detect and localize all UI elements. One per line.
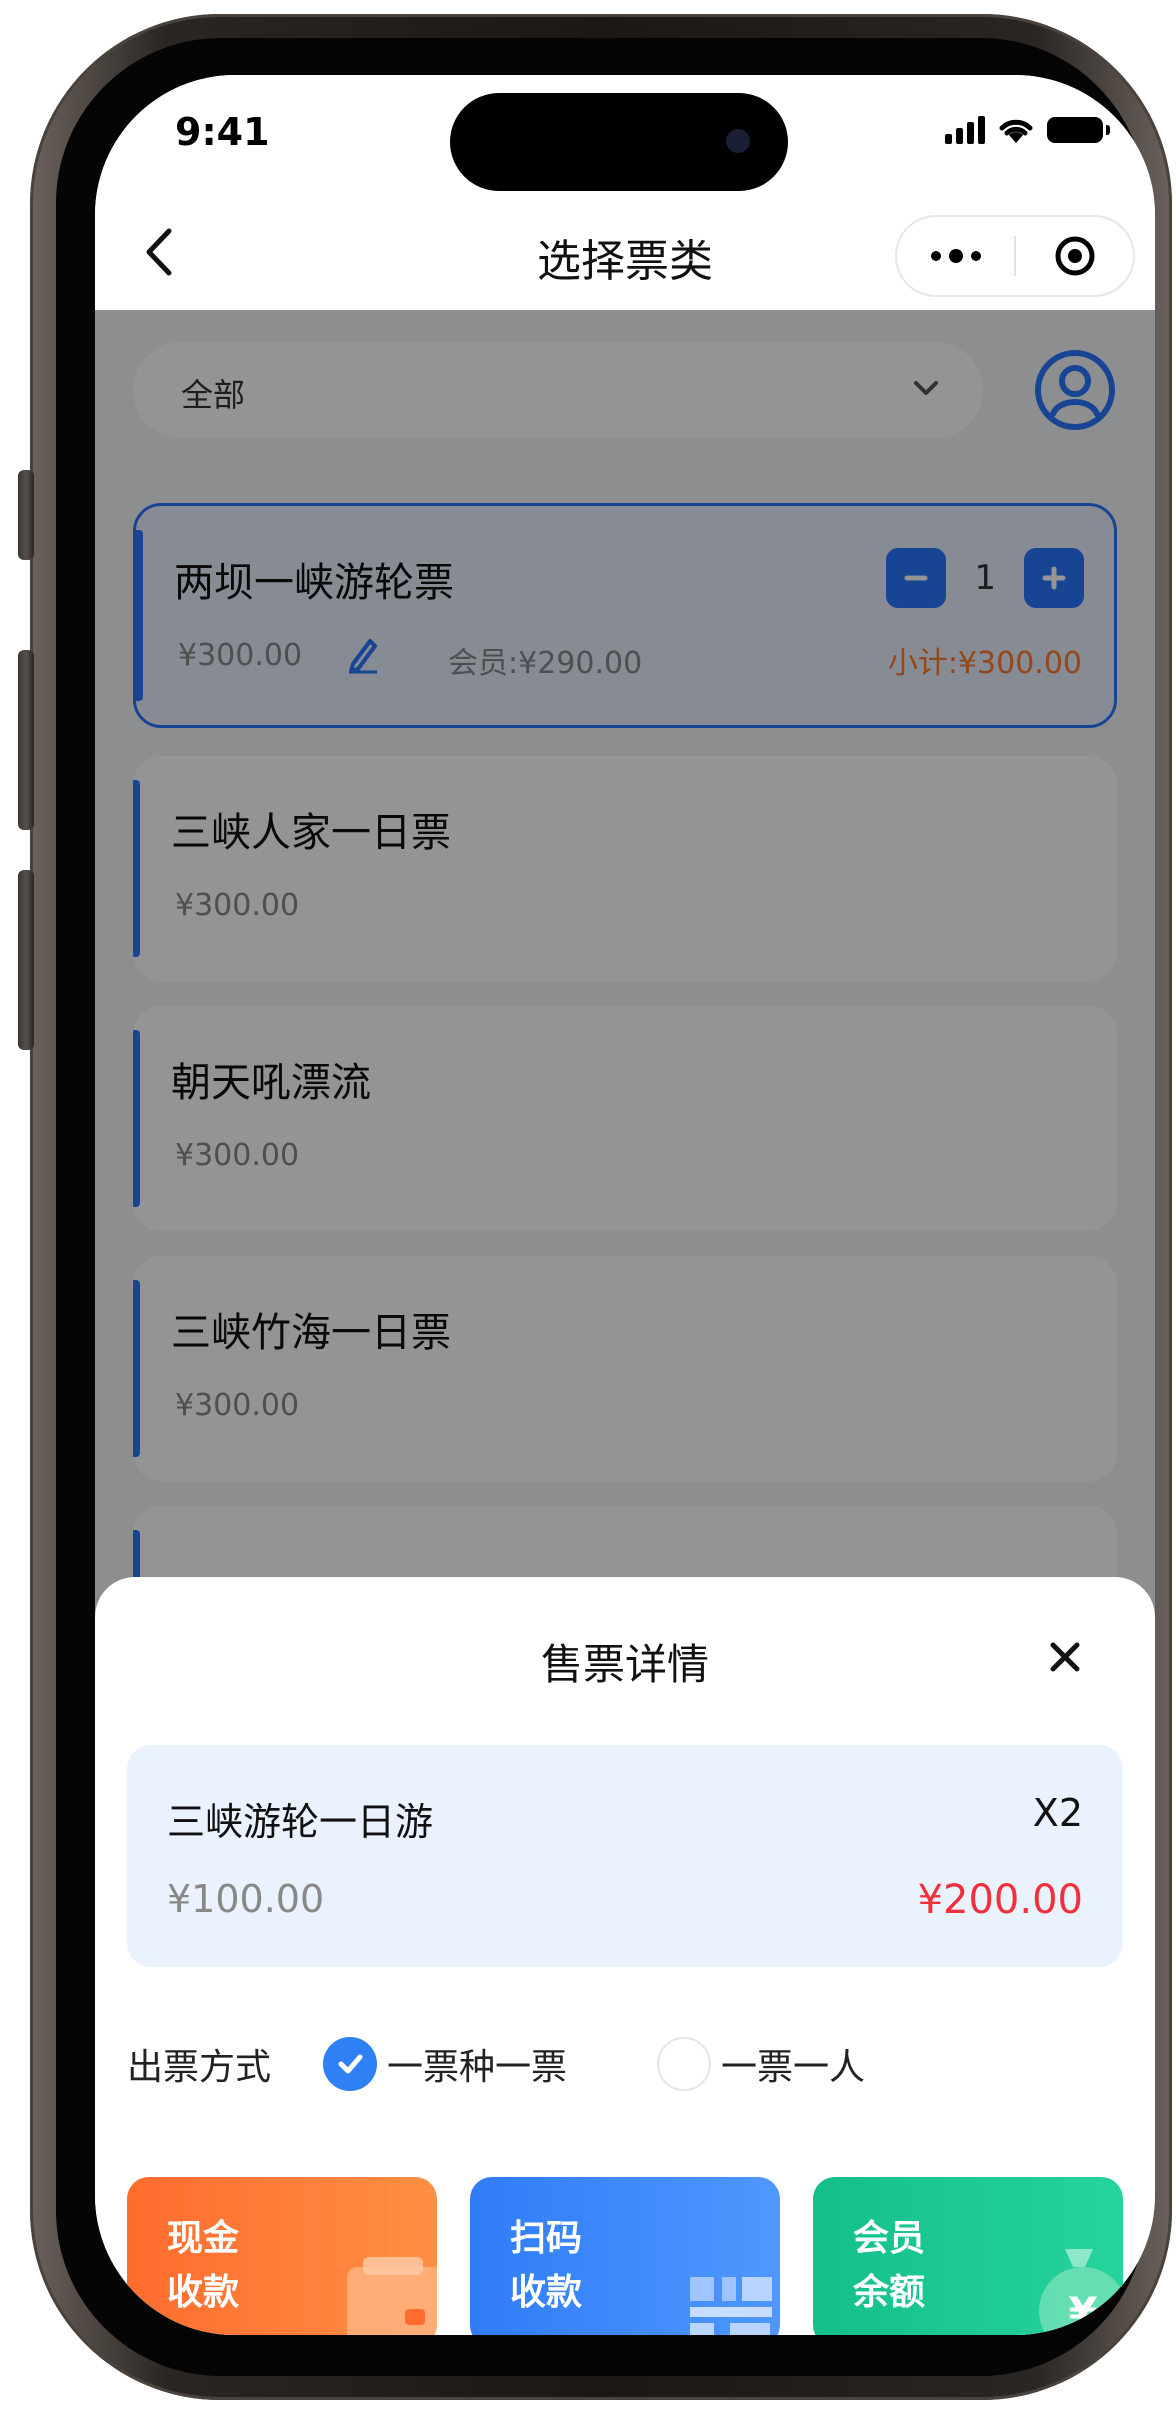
pay-button-label: 余额 [853, 2272, 926, 2313]
sale-detail-sheet: 售票详情 三峡游轮一日游 X2 ¥100.00 ¥200.00 出票方式 一票种… [95, 1577, 1155, 2335]
radio-one-ticket-per-type[interactable] [323, 2037, 378, 2091]
more-menu-icon[interactable] [897, 249, 1014, 263]
sheet-title: 售票详情 [540, 1640, 709, 1689]
wallet-icon [347, 2257, 437, 2335]
phone-screen: 9:41 选择票类 全部 两坝一峡游轮票 ¥300.00 会员:¥290.00 … [95, 75, 1155, 2335]
order-total-price: ¥200.00 [917, 1877, 1083, 1923]
order-quantity: X2 [1032, 1791, 1083, 1835]
order-ticket-name: 三峡游轮一日游 [167, 1800, 434, 1844]
payment-options: 现金 收款 扫码 收款 会员 余额 ¥ [127, 2177, 1123, 2335]
status-bar: 9:41 [95, 75, 1155, 195]
order-unit-price: ¥100.00 [167, 1877, 325, 1921]
volume-up-button [18, 650, 34, 830]
issue-method-row: 出票方式 一票种一票 一票一人 [127, 2037, 955, 2091]
scan-payment-button[interactable]: 扫码 收款 [470, 2177, 780, 2335]
member-balance-button[interactable]: 会员 余额 ¥ [813, 2177, 1123, 2335]
front-camera [726, 129, 750, 153]
radio-one-ticket-per-person[interactable] [657, 2037, 712, 2091]
qr-code-icon [690, 2277, 772, 2335]
money-bag-icon: ¥ [1039, 2249, 1123, 2335]
battery-icon [1047, 117, 1110, 143]
navigation-bar: 选择票类 [95, 195, 1155, 310]
status-time: 9:41 [175, 110, 270, 154]
pay-button-label: 收款 [510, 2272, 583, 2313]
cash-payment-button[interactable]: 现金 收款 [127, 2177, 437, 2335]
wifi-icon [999, 119, 1033, 143]
status-icons [945, 115, 1110, 145]
order-summary-card: 三峡游轮一日游 X2 ¥100.00 ¥200.00 [127, 1745, 1123, 1967]
mini-program-capsule [895, 215, 1135, 297]
exit-mini-program-icon[interactable] [1016, 235, 1133, 277]
pay-button-label: 收款 [167, 2272, 240, 2313]
dynamic-island [450, 93, 788, 191]
checkmark-icon [338, 2054, 363, 2074]
issue-method-label: 出票方式 [127, 2047, 272, 2088]
mute-switch [18, 470, 34, 560]
volume-down-button [18, 870, 34, 1050]
svg-text:¥: ¥ [1068, 2288, 1097, 2335]
pay-button-label: 会员 [853, 2218, 926, 2259]
radio-label[interactable]: 一票种一票 [387, 2038, 567, 2090]
signal-icon [945, 116, 985, 144]
close-icon[interactable] [1045, 1637, 1085, 1677]
pay-button-label: 现金 [167, 2218, 240, 2259]
radio-label[interactable]: 一票一人 [721, 2038, 865, 2090]
pay-button-label: 扫码 [510, 2218, 583, 2259]
